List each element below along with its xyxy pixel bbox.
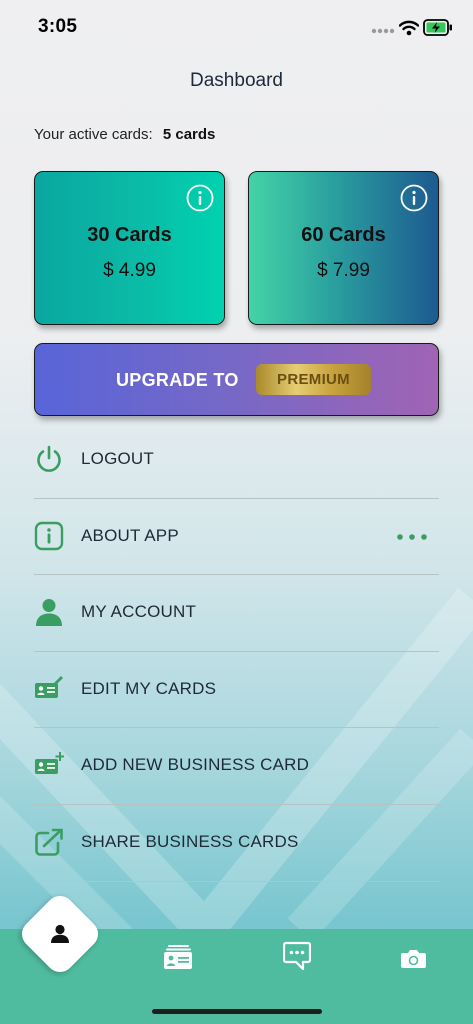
active-cards-label: Your active cards: xyxy=(34,126,153,143)
add-card-icon xyxy=(35,752,64,775)
user-icon xyxy=(36,599,62,627)
plan-card-60[interactable]: 60 Cards $ 7.99 xyxy=(248,171,439,325)
share-icon xyxy=(35,828,63,856)
menu-list: LOGOUT ABOUT APP MY ACCOUNT EDIT MY CARD… xyxy=(34,422,439,882)
profile-icon xyxy=(51,924,69,943)
plan-price: $ 7.99 xyxy=(317,260,370,281)
menu-item-label: ADD NEW BUSINESS CARD xyxy=(81,755,310,775)
menu-item-about-app[interactable]: ABOUT APP xyxy=(34,499,439,576)
power-icon xyxy=(37,445,61,472)
menu-item-share-business-cards[interactable]: SHARE BUSINESS CARDS xyxy=(34,805,439,882)
plan-name: 60 Cards xyxy=(301,224,386,246)
upgrade-premium-button[interactable]: UPGRADE TO PREMIUM xyxy=(34,343,439,416)
menu-item-label: EDIT MY CARDS xyxy=(81,678,217,698)
menu-item-label: SHARE BUSINESS CARDS xyxy=(81,831,299,851)
premium-badge: PREMIUM xyxy=(256,364,371,395)
cards-icon[interactable] xyxy=(163,944,193,970)
plan-name: 30 Cards xyxy=(87,224,172,246)
battery-icon xyxy=(423,19,452,36)
menu-item-add-new-business-card[interactable]: ADD NEW BUSINESS CARD xyxy=(34,728,439,805)
menu-item-label: LOGOUT xyxy=(81,449,154,468)
info-icon[interactable] xyxy=(400,184,428,212)
menu-item-label: MY ACCOUNT xyxy=(81,602,197,622)
camera-icon[interactable] xyxy=(400,949,427,969)
active-cards-summary: Your active cards: 5 cards xyxy=(34,126,215,143)
info-icon xyxy=(34,521,64,550)
wifi-icon xyxy=(399,20,419,36)
info-icon[interactable] xyxy=(186,184,214,212)
home-indicator xyxy=(152,1009,322,1014)
menu-item-logout[interactable]: LOGOUT xyxy=(34,422,439,499)
edit-card-icon xyxy=(35,675,63,698)
status-time: 3:05 xyxy=(38,16,78,37)
signal-icon xyxy=(371,28,395,34)
status-bar: 3:05 xyxy=(0,0,473,56)
active-cards-count: 5 cards xyxy=(162,126,216,143)
menu-item-my-account[interactable]: MY ACCOUNT xyxy=(34,575,439,652)
more-dots-icon[interactable] xyxy=(395,533,429,541)
menu-item-edit-my-cards[interactable]: EDIT MY CARDS xyxy=(34,652,439,729)
plan-price: $ 4.99 xyxy=(103,260,156,281)
chat-icon[interactable] xyxy=(283,941,311,971)
upgrade-label: UPGRADE TO xyxy=(116,370,239,390)
plan-card-30[interactable]: 30 Cards $ 4.99 xyxy=(34,171,225,325)
menu-item-label: ABOUT APP xyxy=(81,525,179,545)
page-title: Dashboard xyxy=(190,70,283,91)
